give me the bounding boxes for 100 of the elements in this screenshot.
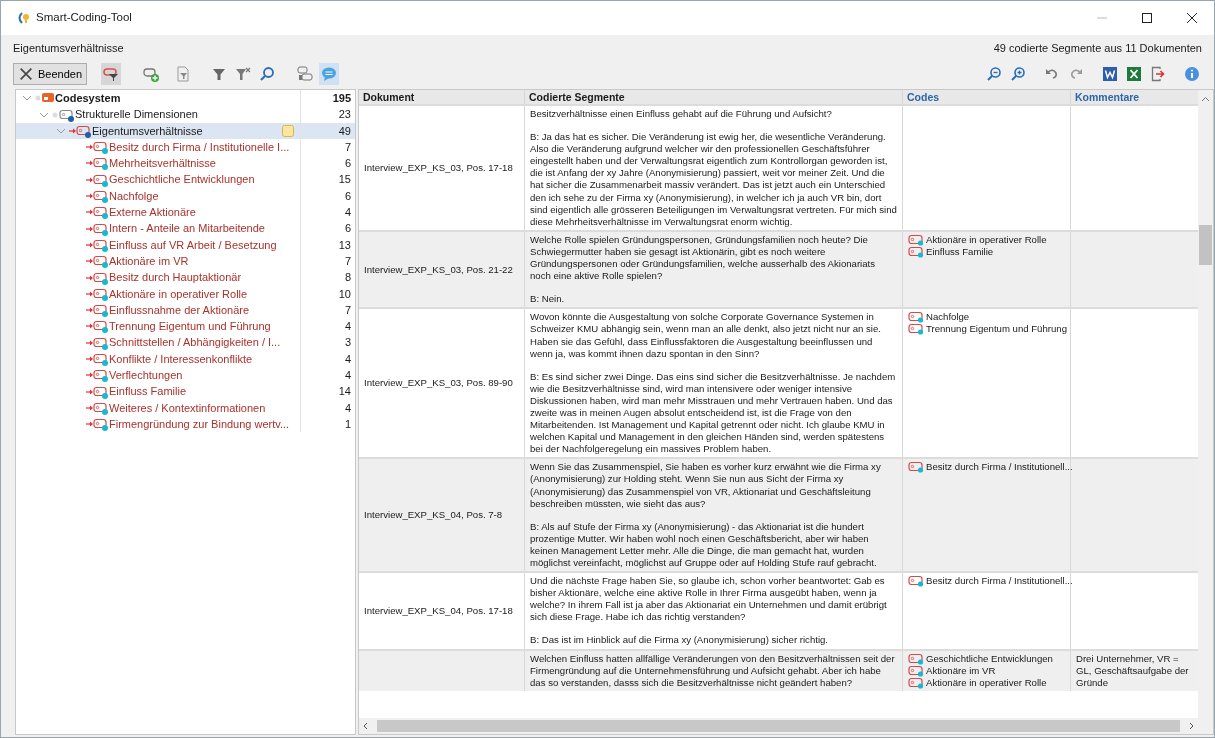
code-label[interactable]: Nachfolge [109, 187, 159, 205]
code-label[interactable]: Trennung Eigentum und Führung [109, 318, 271, 335]
code-name: Aktionäre im VR [926, 664, 996, 677]
comment-icon [321, 66, 338, 82]
code-count: 6 [343, 188, 352, 204]
code-label[interactable]: Aktionäre im VR [109, 252, 189, 270]
redo-icon [1068, 66, 1084, 82]
segment-summary: 49 codierte Segmente aus 11 Dokumenten [993, 40, 1202, 56]
segment-text: Und die nächste Frage haben Sie, so glaube ich, schon vorher beantwortet: Gab es bisher Aktionäre, welche eine aktive Rolle in Ihrer Firma ausgeübt haben, wenn ja welche? In ihrem Fall ist ja aber das Aktionariat ein Unternehmen und damit erübrigt sich diese Frage. Habe ich das richtig verstanden? [530, 575, 888, 624]
code-count: 4 [343, 351, 352, 367]
info-icon [1184, 66, 1200, 82]
code-label[interactable]: Mehrheitsverhältnisse [109, 155, 216, 172]
code-icon [908, 676, 924, 689]
scrollbar-thumb[interactable] [1199, 224, 1212, 265]
document-cell: Interview_EXP_KS_03, Pos. 21-22 [364, 263, 513, 276]
code-name: Einfluss Familie [926, 245, 994, 259]
export-icon [1150, 66, 1166, 82]
code-count: 10 [337, 286, 352, 302]
code-label[interactable]: Besitz durch Hauptaktionär [109, 269, 242, 286]
code-label[interactable]: Geschichtliche Entwicklungen [109, 171, 255, 188]
code-count: 8 [343, 270, 352, 286]
code-label[interactable]: Firmengründung zur Bindung wertv... [109, 415, 290, 433]
document-cell: Interview_EXP_KS_03, Pos. 17-18 [364, 161, 513, 174]
filter-icon [211, 66, 228, 82]
code-list-icon [297, 66, 314, 82]
code-label[interactable]: Weiteres / Kontextinformationen [109, 399, 266, 417]
column-header[interactable]: Kommentare [1071, 90, 1198, 104]
code-label[interactable]: Einfluss Familie [109, 383, 187, 400]
code-filter-button[interactable] [101, 63, 122, 85]
table-row[interactable] [359, 457, 1198, 572]
code-icon [908, 652, 924, 665]
comment-text: Drei Unternehmer, VR = GL, Geschäftsaufgabe der Gründe [1076, 652, 1189, 688]
spreadsheet-icon [1126, 66, 1142, 82]
code-label[interactable]: Verflechtungen [109, 367, 183, 384]
column-header[interactable]: Codierte Segmente [525, 90, 903, 104]
code-name: Besitz durch Firma / Institutionell... [926, 461, 1073, 474]
code-icon [908, 664, 924, 677]
code-count: 49 [301, 122, 355, 140]
code-filter-icon [103, 66, 120, 82]
close-icon [18, 66, 34, 82]
search-icon [259, 66, 276, 82]
code-count: 1 [343, 416, 352, 432]
document-cell: Interview_EXP_KS_03, Pos. 89-90 [364, 377, 513, 390]
segment-text: B: Ja das hat es sicher. Die Veränderung ist ewig her, die wesentliche Veränderung. Also die Veränderung aufgrund welcher wir den professionellen Geschäftsführer eingestellt haben und der Verwaltungsrat eigentlich zum Kontrollorgan geworden ist, die ist Anfang der xy Jahre (Anonymisierung) passiert, weit vor meiner Zeit. Und die hat sicher die Zusammenarbeit massiv verändert. Das ist jetzt auch ein Unterschied den ich sehe zu der Firma xy (Anonymisierung), in welcher ich ja auch VR bin, dort sind eigentlich alle grösseren Beteiligungen im Verwaltungsrat vertreten. Für mich sind diese Mehrheitsverhältnisse im Verwaltungsrat enorm wichtig. [530, 131, 897, 228]
code-count: 7 [343, 302, 352, 318]
code-count: 3 [343, 335, 352, 351]
code-label[interactable]: Intern - Anteile an Mitarbeitende [109, 220, 265, 237]
code-label[interactable]: Schnittstellen / Abhängigkeiten / I... [109, 334, 281, 351]
segment-text: Welchen Einfluss hatten allfällige Veränderungen von den Besitzverhältnissen seit der Firmengründung auf die Unternehmensführung und Aufsicht gehabt. Aber ich habe das so verstanden, dasss sich die Besitzverhältnisse nicht geändert haben? [530, 652, 896, 689]
close-button[interactable]: Beenden [13, 63, 88, 85]
table-row[interactable] [359, 229, 1198, 308]
code-count: 4 [343, 319, 352, 335]
segment-text: Welche Rolle spielen Gründungspersonen, Gründungsfamilien noch heute? Die Schwiegermutter haben sie gesagt ist Aktionärin, gibt es noch weitere Gründungspersonen oder Gründungsfamilien, welche ausserhalb des Akionariats noch eine aktive Rolle spielen? [530, 233, 877, 283]
code-count: 6 [343, 156, 352, 172]
code-count: 4 [343, 400, 352, 416]
code-label[interactable]: Konflikte / Interessenkonflikte [109, 350, 253, 368]
code-icon [908, 323, 924, 336]
column-header[interactable]: Codes [903, 90, 1071, 104]
comment-button[interactable] [319, 63, 340, 85]
code-icon [908, 461, 924, 474]
code-icon [908, 246, 924, 258]
column-header[interactable]: Dokument [359, 90, 525, 104]
code-label[interactable]: Einfluss auf VR Arbeit / Besetzung [109, 236, 277, 254]
code-count: 7 [343, 253, 352, 269]
code-count: 13 [337, 237, 352, 253]
code-count: 7 [343, 139, 352, 155]
window-title: Smart-Coding-Tool [36, 10, 132, 26]
filter-clear-icon [235, 66, 252, 82]
zoom-out-icon [986, 66, 1002, 82]
segment-text: B: Das ist im Hinblick auf die Firma xy (Anonymisierung) sicher richtig. [530, 634, 830, 647]
document-filter-icon [175, 66, 192, 82]
word-document-icon [1102, 66, 1118, 82]
code-count: 14 [337, 384, 352, 400]
code-count: 23 [337, 107, 352, 123]
vertical-scrollbar[interactable] [1198, 90, 1213, 718]
horizontal-scrollbar-thumb[interactable] [377, 720, 1180, 732]
add-code-icon [143, 66, 160, 82]
code-name: Aktionäre in operativer Rolle [926, 233, 1047, 246]
code-count: 4 [343, 205, 352, 221]
code-label[interactable]: Externe Aktionäre [109, 204, 196, 221]
code-count: 15 [337, 172, 352, 188]
code-label[interactable]: Aktionäre in operativer Rolle [109, 285, 248, 303]
code-label[interactable]: Besitz durch Firma / Institutionelle I... [109, 138, 290, 156]
code-name: Besitz durch Firma / Institutionell... [926, 575, 1073, 588]
code-label[interactable]: Strukturelle Dimensionen [75, 106, 198, 123]
segment-text: Besitzverhältnisse einen Einfluss gehabt auf die Führung und Aufsicht? [530, 108, 833, 121]
code-label[interactable]: Einflussnahme der Aktionäre [109, 301, 250, 319]
document-cell: Interview_EXP_KS_04, Pos. 17-18 [364, 604, 513, 617]
code-name: Geschichtliche Entwicklungen [926, 652, 1053, 665]
code-count: 195 [331, 91, 352, 106]
segment-text: Wenn Sie das Zusammenspiel, Sie haben es vorher kurz erwähnt wie die Firma xy (Anonymisierung) zur Holding steht. Wenn Sie nun aus Sicht der Firma xy (Anonymisierung) das Zusammenspiel von VR, Aktionariat und Geschäftsleitung beschreiben müssten, wie sieht das aus? [530, 461, 882, 510]
segment-text: B: Es sind sicher zwei Dinge. Das eins sind sicher die Besitzverhältnisse. Je nachdem wie die Besitzverhältnisse sind, wird man intensivere oder weniger intensive Diskussionen haben, wird man mehr Misstrauen und mehr Vertrauen haben. Und das zweite was in meinen Augen absolut entscheidend ist, ist die Frage von den Mitarbeitenden. Ist Management und Kapital getrennt oder nicht. Ich glaube KMU in welchen Kapital und Management in den gleichen Händen sind, werden spätestens bei der Nachfolgeregelung ein massives Problem haben. [530, 370, 897, 456]
code-name: Nachfolge [926, 311, 970, 324]
code-label[interactable]: Codesystem [55, 90, 121, 107]
table-row[interactable] [359, 648, 1198, 691]
code-name: Trennung Eigentum und Führung [926, 323, 1067, 336]
zoom-in-icon [1010, 66, 1026, 82]
code-icon [908, 233, 924, 246]
document-cell: Interview_EXP_KS_04, Pos. 7-8 [364, 509, 503, 522]
code-icon [908, 311, 924, 324]
